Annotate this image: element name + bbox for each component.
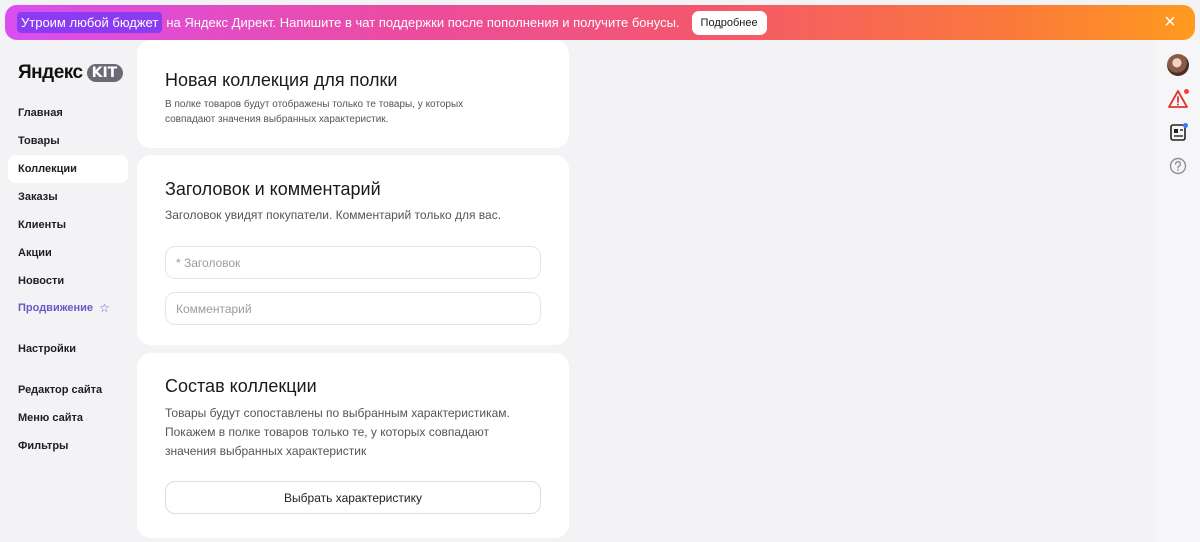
- sidebar-item-label: Главная: [18, 107, 63, 119]
- page-title: Новая коллекция для полки: [165, 70, 398, 90]
- news-badge: [1183, 123, 1188, 128]
- composition-description-line: Товары будут сопоставлены по выбранным х…: [165, 406, 510, 420]
- header-description-line: В полке товаров будут отображены только …: [165, 99, 464, 110]
- promo-banner: Утроим любой бюджет на Яндекс Директ. На…: [5, 5, 1195, 40]
- sidebar-item-label: Фильтры: [18, 440, 69, 452]
- sidebar-item-label: Товары: [18, 135, 60, 147]
- title-input[interactable]: [165, 246, 541, 279]
- sidebar-item-label: Коллекции: [18, 163, 77, 175]
- sidebar-item-news[interactable]: Новости: [8, 267, 128, 295]
- avatar[interactable]: [1167, 54, 1189, 76]
- logo-wordmark: Яндекс: [18, 62, 83, 83]
- section-title: Состав коллекции: [165, 376, 317, 396]
- sidebar-item-label: Клиенты: [18, 219, 67, 231]
- news-icon[interactable]: [1167, 121, 1189, 143]
- section-title: Заголовок и комментарий: [165, 179, 381, 199]
- sidebar: Яндекс KIT Главная Товары Коллекции Зака…: [0, 40, 135, 542]
- composition-description-line: значения выбранных характеристик: [165, 444, 367, 458]
- sidebar-item-label: Настройки: [18, 343, 77, 355]
- sidebar-item-collections[interactable]: Коллекции: [8, 155, 128, 183]
- title-comment-card: Заголовок и комментарий Заголовок увидят…: [137, 155, 569, 345]
- sidebar-item-label: Заказы: [18, 191, 58, 203]
- header-description: В полке товаров будут отображены только …: [165, 97, 463, 127]
- right-rail: [1156, 40, 1200, 542]
- sidebar-item-advertising[interactable]: Продвижение ☆: [8, 294, 128, 322]
- sidebar-item-site-menu[interactable]: Меню сайта: [8, 404, 128, 432]
- sidebar-item-label: Меню сайта: [18, 412, 84, 424]
- banner-details-button[interactable]: Подробнее: [691, 10, 767, 35]
- sidebar-item-filters[interactable]: Фильтры: [8, 432, 128, 460]
- sidebar-item-label: Новости: [18, 275, 65, 287]
- sidebar-item-clients[interactable]: Клиенты: [8, 211, 128, 239]
- sidebar-item-label: Продвижение: [18, 302, 94, 314]
- banner-text: на Яндекс Директ. Напишите в чат поддерж…: [166, 15, 680, 30]
- logo[interactable]: Яндекс KIT: [18, 62, 124, 84]
- alert-badge: [1184, 89, 1189, 94]
- composition-description-line: Покажем в полке товаров только те, у кот…: [165, 425, 489, 439]
- sidebar-item-label: Акции: [18, 247, 52, 259]
- header-description-line: совпадают значения выбранных характерист…: [165, 114, 389, 125]
- logo-badge: KIT: [86, 64, 124, 82]
- sidebar-item-label: Редактор сайта: [18, 384, 103, 396]
- sidebar-item-site-editor[interactable]: Редактор сайта: [8, 376, 128, 404]
- alert-icon[interactable]: [1167, 88, 1189, 110]
- help-icon[interactable]: [1167, 155, 1189, 177]
- composition-card: Состав коллекции Товары будут сопоставле…: [137, 353, 569, 538]
- banner-highlight: Утроим любой бюджет: [17, 12, 163, 33]
- sidebar-item-orders[interactable]: Заказы: [8, 183, 128, 211]
- collection-header-card: Новая коллекция для полки В полке товаро…: [137, 40, 569, 148]
- comment-input[interactable]: [165, 292, 541, 325]
- sidebar-item-promotions[interactable]: Акции: [8, 239, 128, 267]
- sidebar-item-settings[interactable]: Настройки: [8, 335, 128, 363]
- section-description: Заголовок увидят покупатели. Комментарий…: [165, 208, 502, 222]
- star-icon: ☆: [99, 301, 110, 315]
- close-icon[interactable]: ×: [1161, 12, 1179, 32]
- sidebar-item-products[interactable]: Товары: [8, 127, 128, 155]
- section-description: Товары будут сопоставлены по выбранным х…: [165, 404, 510, 461]
- choose-characteristic-button[interactable]: Выбрать характеристику: [165, 481, 541, 514]
- sidebar-item-home[interactable]: Главная: [8, 99, 128, 127]
